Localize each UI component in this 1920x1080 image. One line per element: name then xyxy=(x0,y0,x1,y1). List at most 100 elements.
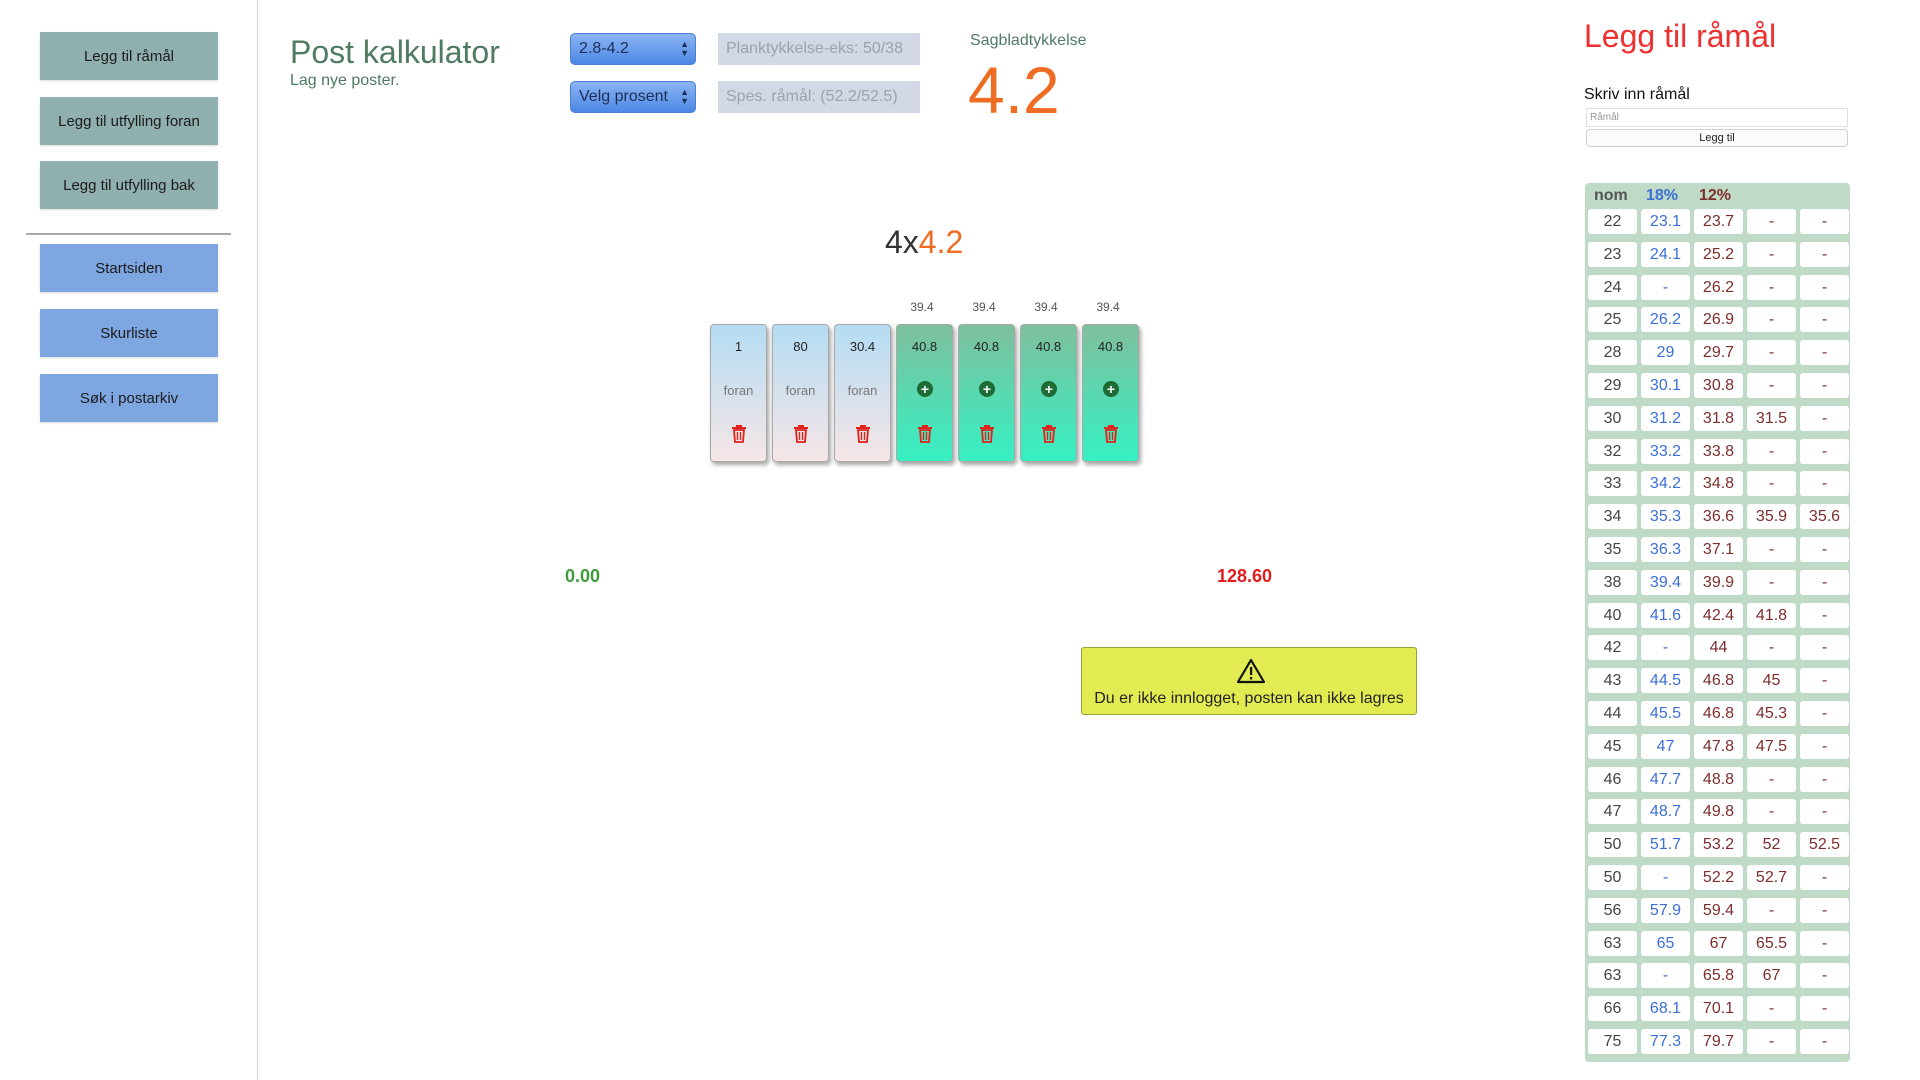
board-card[interactable]: 40.8 + xyxy=(896,324,953,462)
table-cell: 51.7 xyxy=(1641,832,1690,858)
table-cell: 41.6 xyxy=(1641,602,1690,628)
table-cell: 56 xyxy=(1588,897,1637,923)
table-cell: - xyxy=(1747,569,1796,595)
table-cell: - xyxy=(1800,602,1849,628)
table-cell: 41.8 xyxy=(1747,602,1796,628)
board-card[interactable]: 40.8 + xyxy=(1082,324,1139,462)
table-cell: 39.4 xyxy=(1641,569,1690,595)
table-row[interactable]: 63-65.8 67- xyxy=(1585,963,1850,989)
raw-size-input[interactable] xyxy=(1586,108,1848,127)
table-cell: 33.2 xyxy=(1641,438,1690,464)
add-raw-size-submit-button[interactable]: Legg til xyxy=(1586,129,1848,147)
table-cell: - xyxy=(1800,865,1849,890)
table-cell: - xyxy=(1800,635,1849,661)
table-row[interactable]: 66 68.1 70.1- - xyxy=(1585,996,1850,1022)
table-cell: - xyxy=(1747,274,1796,300)
table-cell: 23.1 xyxy=(1641,209,1690,234)
plus-circle-icon[interactable]: + xyxy=(1041,381,1057,397)
table-row[interactable]: 44 45.5 46.8 45.3- xyxy=(1585,701,1850,727)
front-filler-card[interactable]: 1 foran xyxy=(710,324,767,462)
add-front-filler-button[interactable]: Legg til utfylling foran xyxy=(40,97,218,145)
table-cell: 30.1 xyxy=(1641,373,1690,398)
plus-circle-icon[interactable]: + xyxy=(979,381,995,397)
plus-circle-icon[interactable]: + xyxy=(917,381,933,397)
table-row[interactable]: 24-26.2- - xyxy=(1585,274,1850,301)
table-row[interactable]: 50-52.2 52.7- xyxy=(1585,865,1850,891)
board-card[interactable]: 40.8 + xyxy=(958,324,1015,462)
plus-circle-icon[interactable]: + xyxy=(1103,381,1119,397)
table-row[interactable]: 63 65 67 65.5- xyxy=(1585,930,1850,957)
add-raw-size-button[interactable]: Legg til råmål xyxy=(40,32,218,80)
front-filler-card[interactable]: 30.4 foran xyxy=(834,324,891,462)
table-cell: 29.7 xyxy=(1694,340,1743,366)
table-cell: 30.8 xyxy=(1694,373,1743,398)
board-card[interactable]: 40.8 + xyxy=(1020,324,1077,462)
card-value: 40.8 xyxy=(911,339,938,354)
table-cell: 48.7 xyxy=(1641,799,1690,825)
trash-icon[interactable] xyxy=(1103,425,1119,443)
table-row[interactable]: 28 29 29.7- - xyxy=(1585,340,1850,366)
table-cell: - xyxy=(1800,438,1849,464)
table-row[interactable]: 46 47.7 48.8- - xyxy=(1585,766,1850,793)
nav-cut-list-button[interactable]: Skurliste xyxy=(40,309,218,357)
select-arrows-icon: ▲ ▼ xyxy=(680,87,689,106)
trash-icon[interactable] xyxy=(855,425,871,443)
blade-range-value: 2.8-4.2 xyxy=(579,40,629,57)
blade-thickness-label: Sagbladtykkelse xyxy=(970,32,1087,49)
table-cell: - xyxy=(1747,766,1796,792)
table-row[interactable]: 23 24.1 25.2- - xyxy=(1585,241,1850,268)
table-row[interactable]: 32 33.2 33.8- - xyxy=(1585,438,1850,465)
table-row[interactable]: 50 51.7 53.2 52 52.5 xyxy=(1585,832,1850,858)
trash-icon[interactable] xyxy=(793,425,809,443)
trash-icon[interactable] xyxy=(1041,425,1057,443)
table-row[interactable]: 47 48.7 49.8- - xyxy=(1585,799,1850,825)
table-cell: - xyxy=(1800,209,1849,234)
table-cell: - xyxy=(1800,340,1849,366)
card-value: 40.8 xyxy=(1035,339,1062,354)
table-cell: - xyxy=(1747,438,1796,464)
post-config-label: 4x4.2 xyxy=(885,224,963,261)
table-cell: 31.2 xyxy=(1641,405,1690,431)
add-back-filler-button[interactable]: Legg til utfylling bak xyxy=(40,161,218,209)
blade-range-select[interactable]: 2.8-4.2 ▲ ▼ xyxy=(570,33,696,65)
table-row[interactable]: 35 36.3 37.1- - xyxy=(1585,537,1850,563)
table-cell: - xyxy=(1800,799,1849,825)
post-total: 128.60 xyxy=(1217,566,1273,586)
table-cell: 34 xyxy=(1588,504,1637,530)
table-row[interactable]: 25 26.2 26.9- - xyxy=(1585,307,1850,333)
table-row[interactable]: 38 39.4 39.9- - xyxy=(1585,569,1850,596)
nav-home-button[interactable]: Startsiden xyxy=(40,244,218,292)
table-cell: 39.9 xyxy=(1694,569,1743,595)
warning-message: Du er ikke innlogget, posten kan ikke la… xyxy=(1094,690,1404,707)
special-raw-size-input[interactable] xyxy=(718,81,920,113)
slot-top-value: 39.4 xyxy=(1096,300,1120,314)
table-cell: 26.9 xyxy=(1694,307,1743,333)
table-row[interactable]: 29 30.1 30.8- - xyxy=(1585,373,1850,399)
table-row[interactable]: 75 77.3 79.7- - xyxy=(1585,1029,1850,1055)
table-row[interactable]: 42-44- - xyxy=(1585,635,1850,661)
table-row[interactable]: 34 35.3 36.6 35.9 35.6 xyxy=(1585,504,1850,530)
table-row[interactable]: 43 44.5 46.8 45- xyxy=(1585,668,1850,694)
table-row[interactable]: 40 41.6 42.4 41.8- xyxy=(1585,602,1850,629)
nav-search-archive-button[interactable]: Søk i postarkiv xyxy=(40,374,218,422)
card-value: 40.8 xyxy=(973,339,1000,354)
table-row[interactable]: 30 31.2 31.8 31.5- xyxy=(1585,405,1850,432)
table-cell: 45.3 xyxy=(1747,701,1796,726)
trash-icon[interactable] xyxy=(979,425,995,443)
front-filler-card[interactable]: 80 foran xyxy=(772,324,829,462)
table-row[interactable]: 22 23.1 23.7- - xyxy=(1585,209,1850,235)
table-row[interactable]: 45 47 47.8 47.5- xyxy=(1585,733,1850,760)
table-cell: 48.8 xyxy=(1694,766,1743,792)
percent-select[interactable]: Velg prosent ▲ ▼ xyxy=(570,81,696,113)
card-label: foran xyxy=(847,383,878,398)
table-row[interactable]: 33 34.2 34.8- - xyxy=(1585,471,1850,497)
table-cell: 34.8 xyxy=(1694,471,1743,497)
plank-thickness-input[interactable] xyxy=(718,33,920,65)
table-cell: 75 xyxy=(1588,1029,1637,1054)
trash-icon[interactable] xyxy=(917,425,933,443)
table-cell: - xyxy=(1800,241,1849,267)
table-row[interactable]: 56 57.9 59.4- - xyxy=(1585,897,1850,924)
trash-icon[interactable] xyxy=(731,425,747,443)
table-cell: 30 xyxy=(1588,405,1637,431)
table-cell: 35.6 xyxy=(1800,504,1849,530)
